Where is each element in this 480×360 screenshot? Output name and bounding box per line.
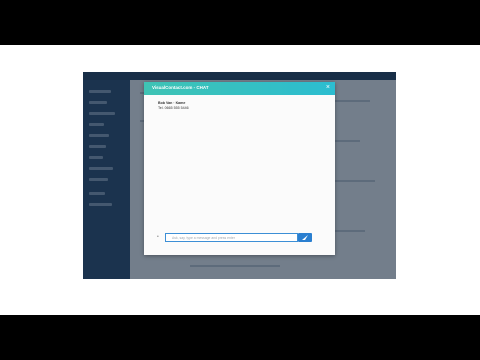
paperclip-icon[interactable]: • (157, 235, 159, 240)
close-icon[interactable]: × (326, 84, 330, 92)
contact-name: Bob Van · Kame (158, 101, 186, 105)
contact-phone: Tel. 0665 555 5446 (158, 106, 189, 110)
chat-input-placeholder: Ask, say, type a message and press enter (172, 236, 235, 240)
letterbox-bottom (0, 315, 480, 360)
chat-dialog-header: VisualContact.com - CHAT × (144, 82, 335, 95)
send-button[interactable] (298, 233, 312, 242)
chat-dialog-title: VisualContact.com - CHAT (152, 85, 209, 90)
letterbox-top (0, 0, 480, 45)
chat-dialog: VisualContact.com - CHAT × Bob Van · Kam… (144, 82, 335, 255)
chat-message-input[interactable]: Ask, say, type a message and press enter (165, 233, 298, 242)
send-icon (302, 235, 308, 240)
